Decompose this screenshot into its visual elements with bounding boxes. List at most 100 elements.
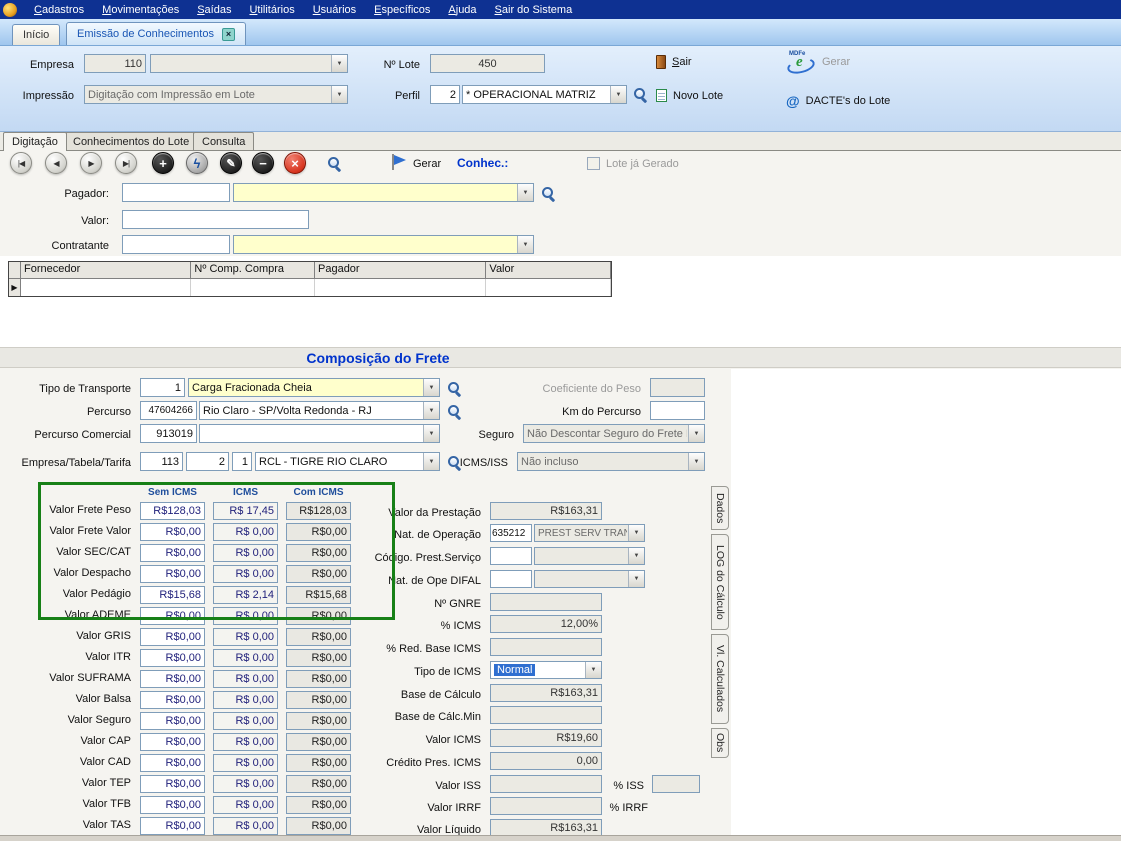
valor-icms-icms-field[interactable]: R$ 0,00 xyxy=(213,712,278,730)
post-record-button[interactable]: ϟ xyxy=(186,152,208,174)
valor-sem-icms-field[interactable]: R$0,00 xyxy=(140,670,205,688)
codigo-prest-combo[interactable]: ▼ xyxy=(534,547,645,565)
percurso-code-field[interactable]: 47604266 xyxy=(140,401,197,420)
nav-last-button[interactable]: ▶| xyxy=(115,152,137,174)
nat-operacao-combo[interactable]: PREST SERV TRANSI ▼ xyxy=(534,524,645,542)
tab-digitacao[interactable]: Digitação xyxy=(3,132,67,151)
dropdown-button[interactable]: ▼ xyxy=(585,662,601,678)
perfil-search-icon[interactable] xyxy=(633,87,648,102)
valor-icms-icms-field[interactable]: R$ 0,00 xyxy=(213,523,278,541)
tipo-transporte-search-icon[interactable] xyxy=(447,381,462,396)
dropdown-button[interactable]: ▼ xyxy=(628,525,644,541)
sair-button[interactable]: Sair xyxy=(656,55,692,69)
codigo-prest-code-field[interactable] xyxy=(490,547,532,565)
percurso-combo[interactable]: Rio Claro - SP/Volta Redonda - RJ ▼ xyxy=(199,401,440,420)
valor-icms-icms-field[interactable]: R$ 0,00 xyxy=(213,691,278,709)
nat-difal-combo[interactable]: ▼ xyxy=(534,570,645,588)
contratante-code-input[interactable] xyxy=(122,235,230,254)
valor-icms-icms-field[interactable]: R$ 0,00 xyxy=(213,544,278,562)
tarifa-tabela-field[interactable]: 2 xyxy=(186,452,229,471)
valor-sem-icms-field[interactable]: R$0,00 xyxy=(140,523,205,541)
valor-icms-icms-field[interactable]: R$ 0,00 xyxy=(213,796,278,814)
valor-sem-icms-field[interactable]: R$0,00 xyxy=(140,796,205,814)
side-tab-log-do-calculo[interactable]: LOG do Cálculo xyxy=(711,534,729,630)
valor-icms-icms-field[interactable]: R$ 0,00 xyxy=(213,754,278,772)
valor-icms-icms-field[interactable]: R$ 2,14 xyxy=(213,586,278,604)
valor-sem-icms-field[interactable]: R$0,00 xyxy=(140,607,205,625)
dropdown-button[interactable]: ▼ xyxy=(517,236,533,253)
nav-prior-button[interactable]: ◀ xyxy=(45,152,67,174)
gerar-toolbar-label[interactable]: Gerar xyxy=(413,158,441,170)
gerar-flag-icon[interactable] xyxy=(390,153,406,171)
grid-col-n-comp-compra[interactable]: Nº Comp. Compra xyxy=(191,262,315,278)
tarifa-combo[interactable]: RCL - TIGRE RIO CLARO ▼ xyxy=(255,452,440,471)
dropdown-button[interactable]: ▼ xyxy=(610,86,626,103)
edit-record-button[interactable]: ✎ xyxy=(220,152,242,174)
tab-conhecimentos-do-lote[interactable]: Conhecimentos do Lote xyxy=(64,132,198,150)
novo-lote-button[interactable]: Novo Lote xyxy=(656,89,723,102)
valor-sem-icms-field[interactable]: R$0,00 xyxy=(140,565,205,583)
pagador-search-icon[interactable] xyxy=(541,186,556,201)
tipo-icms-combo[interactable]: Normal ▼ xyxy=(490,661,602,679)
tab-consulta[interactable]: Consulta xyxy=(193,132,254,150)
perfil-code-field[interactable]: 2 xyxy=(430,85,460,104)
valor-sem-icms-field[interactable]: R$15,68 xyxy=(140,586,205,604)
side-tab-obs[interactable]: Obs xyxy=(711,728,729,758)
side-tab-dados[interactable]: Dados xyxy=(711,486,729,530)
cancel-record-button[interactable]: × xyxy=(284,152,306,174)
valor-icms-icms-field[interactable]: R$ 0,00 xyxy=(213,649,278,667)
valor-sem-icms-field[interactable]: R$0,00 xyxy=(140,712,205,730)
valor-sem-icms-field[interactable]: R$0,00 xyxy=(140,733,205,751)
nav-next-button[interactable]: ▶ xyxy=(80,152,102,174)
valor-sem-icms-field[interactable]: R$0,00 xyxy=(140,775,205,793)
valor-sem-icms-field[interactable]: R$0,00 xyxy=(140,544,205,562)
valor-sem-icms-field[interactable]: R$0,00 xyxy=(140,754,205,772)
insert-record-button[interactable]: + xyxy=(152,152,174,174)
valor-sem-icms-field[interactable]: R$128,03 xyxy=(140,502,205,520)
grid-col-pagador[interactable]: Pagador xyxy=(315,262,486,278)
dacte-button[interactable]: @ DACTE's do Lote xyxy=(786,93,890,109)
tab-emissao-conhecimentos[interactable]: Emissão de Conhecimentos × xyxy=(66,22,246,45)
nat-difal-code-field[interactable] xyxy=(490,570,532,588)
search-button[interactable] xyxy=(327,156,342,171)
valor-icms-icms-field[interactable]: R$ 0,00 xyxy=(213,775,278,793)
menu-utilitarios[interactable]: Utilitários xyxy=(240,2,303,18)
menu-ajuda[interactable]: Ajuda xyxy=(439,2,485,18)
close-tab-icon[interactable]: × xyxy=(222,28,235,41)
dropdown-button[interactable]: ▼ xyxy=(628,571,644,587)
pagador-combo[interactable]: ▼ xyxy=(233,183,534,202)
grid-cell-pagador[interactable] xyxy=(315,279,486,296)
tarifa-tarifa-field[interactable]: 1 xyxy=(232,452,252,471)
valor-sem-icms-field[interactable]: R$0,00 xyxy=(140,628,205,646)
tab-inicio[interactable]: Início xyxy=(12,24,60,45)
percurso-search-icon[interactable] xyxy=(447,404,462,419)
valor-icms-icms-field[interactable]: R$ 0,00 xyxy=(213,628,278,646)
tarifa-empresa-field[interactable]: 113 xyxy=(140,452,183,471)
valor-sem-icms-field[interactable]: R$0,00 xyxy=(140,817,205,835)
menu-usuarios[interactable]: Usuários xyxy=(304,2,365,18)
contratante-combo[interactable]: ▼ xyxy=(233,235,534,254)
percurso-comercial-code-field[interactable]: 913019 xyxy=(140,424,197,443)
grid-col-valor[interactable]: Valor xyxy=(486,262,611,278)
nav-first-button[interactable]: |◀ xyxy=(10,152,32,174)
grid-col-fornecedor[interactable]: Fornecedor xyxy=(21,262,191,278)
valor-sem-icms-field[interactable]: R$0,00 xyxy=(140,691,205,709)
percurso-comercial-combo[interactable]: ▼ xyxy=(199,424,440,443)
valor-icms-icms-field[interactable]: R$ 0,00 xyxy=(213,565,278,583)
side-tab-vl-calculados[interactable]: Vl. Calculados xyxy=(711,634,729,724)
menu-cadastros[interactable]: Cadastros xyxy=(25,2,93,18)
dropdown-button[interactable]: ▼ xyxy=(628,548,644,564)
grid-cell-n-comp-compra[interactable] xyxy=(191,279,315,296)
nat-operacao-code-field[interactable]: 635212 xyxy=(490,524,532,542)
dropdown-button[interactable]: ▼ xyxy=(517,184,533,201)
grid-cell-valor[interactable] xyxy=(486,279,611,296)
delete-record-button[interactable]: − xyxy=(252,152,274,174)
valor-icms-icms-field[interactable]: R$ 0,00 xyxy=(213,817,278,835)
valor-icms-icms-field[interactable]: R$ 0,00 xyxy=(213,670,278,688)
dropdown-button[interactable]: ▼ xyxy=(423,402,439,419)
menu-sair-do-sistema[interactable]: Sair do Sistema xyxy=(486,2,582,18)
tipo-transporte-code-field[interactable]: 1 xyxy=(140,378,185,397)
grid-row[interactable]: ▶ xyxy=(9,279,611,296)
valor-sem-icms-field[interactable]: R$0,00 xyxy=(140,649,205,667)
km-percurso-field[interactable] xyxy=(650,401,705,420)
